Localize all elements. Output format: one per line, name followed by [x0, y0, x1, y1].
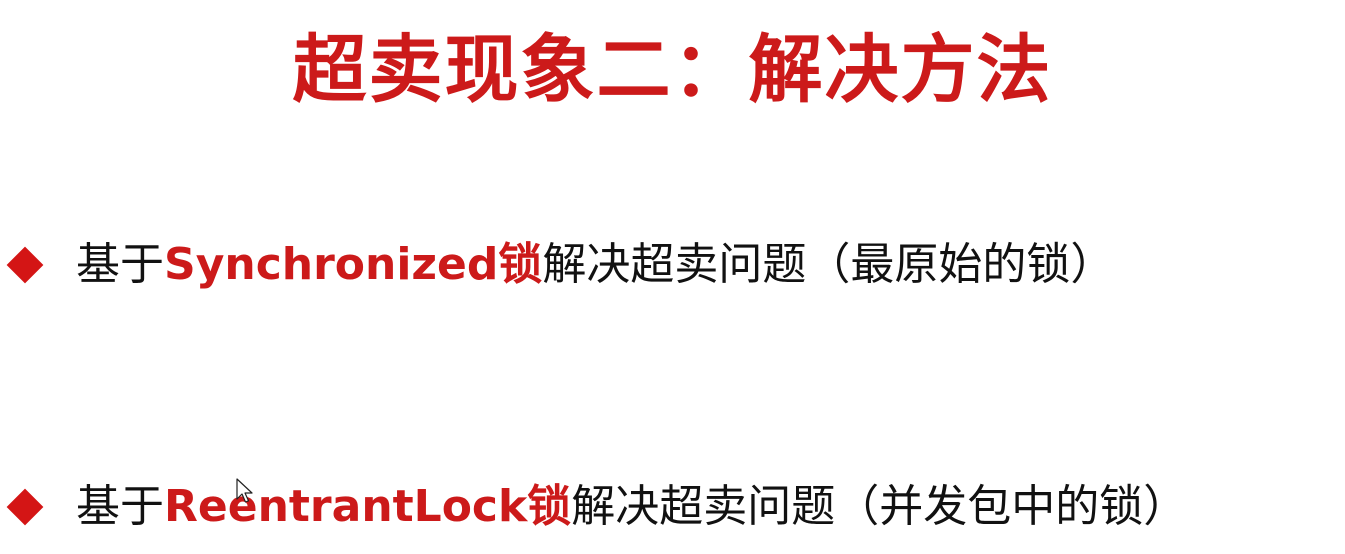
bullet-item-reentrantlock: 基于ReentrantLock锁解决超卖问题（并发包中的锁） [0, 472, 1187, 542]
diamond-icon [6, 246, 44, 284]
bullet-prefix: 基于 [76, 481, 164, 532]
bullet-suffix: 解决超卖问题（并发包中的锁） [571, 481, 1188, 532]
presentation-slide: 超卖现象二：解决方法 基于Synchronized锁解决超卖问题（最原始的锁） … [0, 0, 1345, 554]
bullet-prefix: 基于 [76, 239, 164, 290]
diamond-icon [6, 488, 44, 526]
bullet-suffix: 解决超卖问题（最原始的锁） [542, 239, 1115, 290]
bullet-text: 基于Synchronized锁解决超卖问题（最原始的锁） [76, 230, 1114, 300]
bullet-highlight: ReentrantLock锁 [164, 481, 572, 532]
bullet-item-synchronized: 基于Synchronized锁解决超卖问题（最原始的锁） [0, 230, 1114, 300]
bullet-highlight: Synchronized锁 [164, 239, 543, 290]
slide-title: 超卖现象二：解决方法 [292, 27, 1053, 113]
